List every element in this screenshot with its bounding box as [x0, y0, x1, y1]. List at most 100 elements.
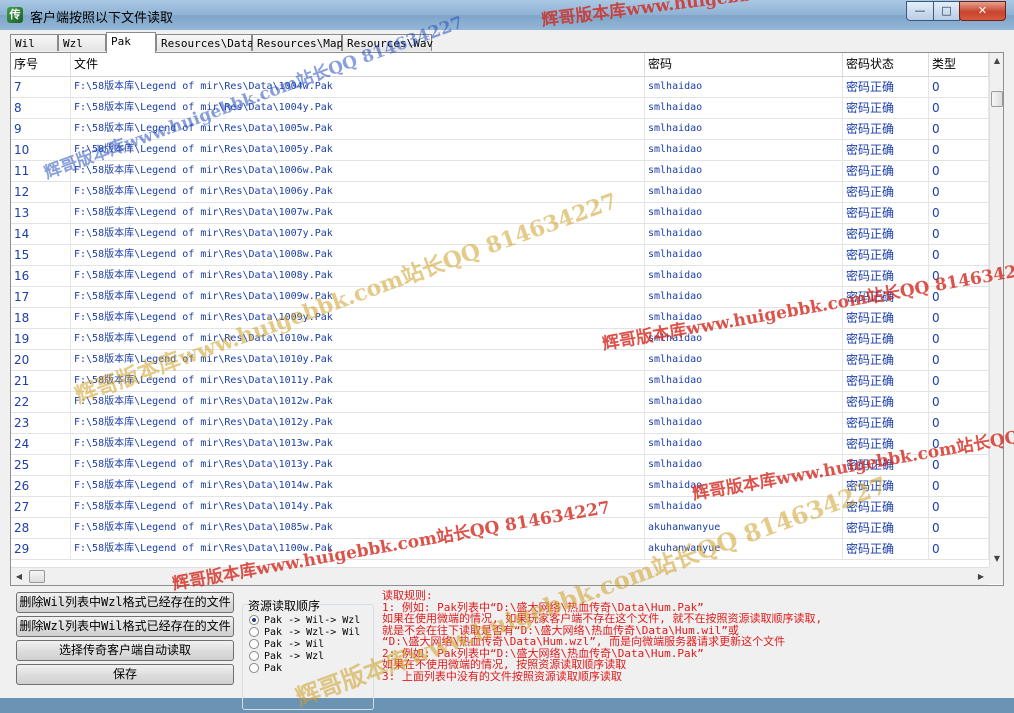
minimize-button[interactable]: — — [906, 1, 934, 21]
table-row[interactable]: 24 F:\58版本库\Legend of mir\Res\Data\1013w.… — [11, 434, 989, 455]
tab-pak[interactable]: Pak — [106, 32, 156, 53]
cell-type: 0 — [929, 224, 989, 245]
cell-status: 密码正确 — [843, 539, 929, 560]
cell-type: 0 — [929, 140, 989, 161]
cell-password: smlhaidao — [645, 182, 843, 203]
column-header-type[interactable]: 类型 — [929, 53, 989, 76]
cell-status: 密码正确 — [843, 203, 929, 224]
cell-index: 23 — [11, 413, 71, 434]
table-row[interactable]: 7 F:\58版本库\Legend of mir\Res\Data\1004w.P… — [11, 77, 989, 98]
cell-status: 密码正确 — [843, 182, 929, 203]
table-row[interactable]: 8 F:\58版本库\Legend of mir\Res\Data\1004y.P… — [11, 98, 989, 119]
table-row[interactable]: 25 F:\58版本库\Legend of mir\Res\Data\1013y.… — [11, 455, 989, 476]
table-row[interactable]: 13 F:\58版本库\Legend of mir\Res\Data\1007w.… — [11, 203, 989, 224]
horizontal-scrollbar[interactable]: ◀ ▶ — [11, 567, 989, 585]
file-list[interactable]: 序号 文件 密码 密码状态 类型 7 F:\58版本库\Legend of mir… — [10, 52, 1004, 586]
cell-type: 0 — [929, 413, 989, 434]
cell-index: 14 — [11, 224, 71, 245]
table-row[interactable]: 22 F:\58版本库\Legend of mir\Res\Data\1012w.… — [11, 392, 989, 413]
radio-label: Pak — [264, 663, 283, 674]
cell-index: 13 — [11, 203, 71, 224]
maximize-button[interactable]: □ — [933, 1, 960, 21]
column-header-password[interactable]: 密码 — [645, 53, 843, 76]
column-header-status[interactable]: 密码状态 — [843, 53, 929, 76]
radio-button[interactable] — [249, 663, 259, 673]
table-row[interactable]: 23 F:\58版本库\Legend of mir\Res\Data\1012y.… — [11, 413, 989, 434]
table-row[interactable]: 28 F:\58版本库\Legend of mir\Res\Data\1085w.… — [11, 518, 989, 539]
title-bar[interactable]: 传 客户端按照以下文件读取 — □ ✕ — [0, 0, 1014, 30]
table-row[interactable]: 14 F:\58版本库\Legend of mir\Res\Data\1007y.… — [11, 224, 989, 245]
cell-status: 密码正确 — [843, 371, 929, 392]
tab-wzl[interactable]: Wzl — [58, 34, 106, 51]
horizontal-scroll-thumb[interactable] — [29, 570, 45, 583]
cell-index: 29 — [11, 539, 71, 560]
table-row[interactable]: 15 F:\58版本库\Legend of mir\Res\Data\1008w.… — [11, 245, 989, 266]
read-rules: 读取规则: 1: 例如: Pak列表中“D:\盛大网络\热血传奇\Data\Hu… — [382, 590, 1002, 690]
cell-type: 0 — [929, 161, 989, 182]
radio-button[interactable] — [249, 627, 259, 637]
vertical-scroll-thumb[interactable] — [991, 91, 1003, 107]
cell-file: F:\58版本库\Legend of mir\Res\Data\1085w.Pa… — [71, 518, 645, 539]
tab-resources-wav[interactable]: Resources\Wav — [342, 34, 433, 51]
table-row[interactable]: 11 F:\58版本库\Legend of mir\Res\Data\1006w.… — [11, 161, 989, 182]
radio-button[interactable] — [249, 651, 259, 661]
cell-password: smlhaidao — [645, 203, 843, 224]
cell-status: 密码正确 — [843, 266, 929, 287]
table-row[interactable]: 12 F:\58版本库\Legend of mir\Res\Data\1006y.… — [11, 182, 989, 203]
tab-wil[interactable]: Wil — [10, 34, 58, 51]
cell-index: 9 — [11, 119, 71, 140]
cell-type: 0 — [929, 518, 989, 539]
cell-status: 密码正确 — [843, 518, 929, 539]
cell-type: 0 — [929, 182, 989, 203]
delete-wzl-duplicates-button[interactable]: 删除Wzl列表中Wil格式已经存在的文件 — [16, 616, 234, 637]
cell-file: F:\58版本库\Legend of mir\Res\Data\1004y.Pa… — [71, 98, 645, 119]
column-header-file[interactable]: 文件 — [71, 53, 645, 76]
close-button[interactable]: ✕ — [959, 1, 1006, 21]
table-row[interactable]: 9 F:\58版本库\Legend of mir\Res\Data\1005w.P… — [11, 119, 989, 140]
cell-file: F:\58版本库\Legend of mir\Res\Data\1012w.Pa… — [71, 392, 645, 413]
cell-status: 密码正确 — [843, 119, 929, 140]
choose-client-button[interactable]: 选择传奇客户端自动读取 — [16, 640, 234, 661]
radio-label: Pak -> Wzl — [264, 651, 325, 662]
scroll-up-icon[interactable]: ▲ — [990, 53, 1003, 69]
cell-status: 密码正确 — [843, 476, 929, 497]
column-header-index[interactable]: 序号 — [11, 53, 71, 76]
scroll-right-icon[interactable]: ▶ — [973, 568, 989, 585]
radio-button[interactable] — [249, 639, 259, 649]
table-row[interactable]: 16 F:\58版本库\Legend of mir\Res\Data\1008y.… — [11, 266, 989, 287]
delete-wil-duplicates-button[interactable]: 删除Wil列表中Wzl格式已经存在的文件 — [16, 592, 234, 613]
cell-file: F:\58版本库\Legend of mir\Res\Data\1012y.Pa… — [71, 413, 645, 434]
table-row[interactable]: 10 F:\58版本库\Legend of mir\Res\Data\1005y.… — [11, 140, 989, 161]
table-row[interactable]: 29 F:\58版本库\Legend of mir\Res\Data\1100w.… — [11, 539, 989, 560]
table-row[interactable]: 26 F:\58版本库\Legend of mir\Res\Data\1014w.… — [11, 476, 989, 497]
cell-file: F:\58版本库\Legend of mir\Res\Data\1011y.Pa… — [71, 371, 645, 392]
cell-index: 20 — [11, 350, 71, 371]
cell-password: akuhanwanyue — [645, 518, 843, 539]
cell-file: F:\58版本库\Legend of mir\Res\Data\1008w.Pa… — [71, 245, 645, 266]
cell-status: 密码正确 — [843, 308, 929, 329]
table-row[interactable]: 19 F:\58版本库\Legend of mir\Res\Data\1010w.… — [11, 329, 989, 350]
cell-file: F:\58版本库\Legend of mir\Res\Data\1007y.Pa… — [71, 224, 645, 245]
table-row[interactable]: 21 F:\58版本库\Legend of mir\Res\Data\1011y.… — [11, 371, 989, 392]
tab-resources-data[interactable]: Resources\Data — [156, 34, 254, 51]
cell-password: smlhaidao — [645, 434, 843, 455]
table-row[interactable]: 17 F:\58版本库\Legend of mir\Res\Data\1009w.… — [11, 287, 989, 308]
rules-line: 如果在使用微端的情况, 如果玩家客户端不存在这个文件, 就不在按照资源读取顺序读… — [382, 612, 823, 625]
vertical-scrollbar[interactable]: ▲ ▼ — [989, 53, 1003, 567]
radio-button[interactable] — [249, 615, 259, 625]
table-row[interactable]: 27 F:\58版本库\Legend of mir\Res\Data\1014y.… — [11, 497, 989, 518]
scroll-down-icon[interactable]: ▼ — [990, 551, 1003, 567]
tab-resources-map[interactable]: Resources\Map — [252, 34, 343, 51]
scroll-left-icon[interactable]: ◀ — [11, 568, 27, 585]
cell-index: 22 — [11, 392, 71, 413]
cell-status: 密码正确 — [843, 413, 929, 434]
cell-status: 密码正确 — [843, 329, 929, 350]
cell-password: smlhaidao — [645, 140, 843, 161]
cell-status: 密码正确 — [843, 455, 929, 476]
table-row[interactable]: 18 F:\58版本库\Legend of mir\Res\Data\1009y.… — [11, 308, 989, 329]
cell-password: smlhaidao — [645, 119, 843, 140]
client-area: Wil Wzl Pak Resources\Data Resources\Map… — [6, 30, 1008, 710]
save-button[interactable]: 保存 — [16, 664, 234, 685]
cell-type: 0 — [929, 455, 989, 476]
table-row[interactable]: 20 F:\58版本库\Legend of mir\Res\Data\1010y.… — [11, 350, 989, 371]
